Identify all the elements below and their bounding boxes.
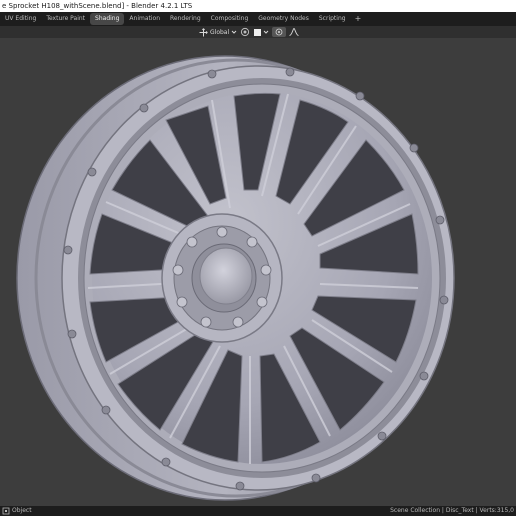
proportional-falloff-dropdown[interactable] — [289, 27, 299, 37]
snapping-toggle[interactable] — [253, 27, 269, 37]
tab-uv-editing[interactable]: UV Editing — [0, 13, 41, 25]
lip-bolt — [63, 245, 73, 255]
tab-animation[interactable]: Animation — [124, 13, 165, 25]
tab-geometry-nodes[interactable]: Geometry Nodes — [253, 13, 314, 25]
lug-nut — [246, 236, 258, 248]
tab-texture-paint[interactable]: Texture Paint — [41, 13, 90, 25]
tab-shading[interactable]: Shading — [90, 13, 125, 25]
3d-viewport[interactable] — [0, 38, 516, 506]
lug-nut — [256, 296, 268, 308]
status-left: Object — [2, 506, 32, 516]
status-bar: Object Scene Collection | Disc_Text | Ve… — [0, 506, 516, 516]
lip-bolt — [355, 91, 365, 101]
lip-bolt — [435, 215, 445, 225]
tab-rendering[interactable]: Rendering — [165, 13, 206, 25]
chevron-down-icon — [231, 30, 237, 34]
transform-orientation-dropdown[interactable]: Global — [199, 27, 237, 37]
center-cap — [199, 247, 253, 305]
lip-bolt — [377, 431, 387, 441]
lug-nut — [200, 316, 212, 328]
falloff-curve-icon — [289, 28, 299, 36]
transform-orientation-label: Global — [210, 28, 230, 36]
window-title-bar: e Sprocket H108_withScene.blend] - Blend… — [0, 0, 516, 12]
lip-bolt — [311, 473, 321, 483]
lip-bolt — [235, 481, 245, 491]
shading-sphere-icon — [241, 27, 250, 37]
lip-bolt — [409, 143, 419, 153]
status-scene-info: Scene Collection | Disc_Text | Verts:315… — [390, 507, 514, 514]
viewport-header: Global — [0, 26, 516, 38]
snapping-icon — [254, 28, 262, 36]
lug-nut — [232, 316, 244, 328]
window-title: e Sprocket H108_withScene.blend] - Blend… — [2, 2, 193, 10]
lip-bolt — [285, 67, 295, 77]
lip-bolt — [87, 167, 97, 177]
transform-pivot-icon — [199, 27, 208, 36]
lug-nut — [172, 264, 184, 276]
workspace-tabs-bar: UV Editing Texture Paint Shading Animati… — [0, 12, 516, 26]
object-mode-icon — [2, 507, 10, 515]
tab-compositing[interactable]: Compositing — [206, 13, 254, 25]
lip-bolt — [101, 405, 111, 415]
lip-bolt — [139, 103, 149, 113]
lug-nut — [216, 226, 228, 238]
lip-bolt — [439, 295, 449, 305]
transform-controls: Global — [199, 27, 299, 37]
lug-nut — [260, 264, 272, 276]
lip-bolt — [67, 329, 77, 339]
lip-bolt — [161, 457, 171, 467]
pivot-point-button[interactable] — [240, 27, 250, 37]
lip-bolt — [207, 69, 217, 79]
lip-bolt — [419, 371, 429, 381]
lug-nut — [176, 296, 188, 308]
add-workspace-button[interactable]: + — [351, 13, 366, 25]
lug-nut — [186, 236, 198, 248]
status-mode-label: Object — [12, 507, 32, 514]
chevron-down-icon — [263, 30, 269, 34]
tab-scripting[interactable]: Scripting — [314, 13, 351, 25]
proportional-edit-icon — [275, 28, 283, 36]
proportional-editing-toggle[interactable] — [272, 27, 287, 37]
wheel-render — [16, 55, 455, 501]
